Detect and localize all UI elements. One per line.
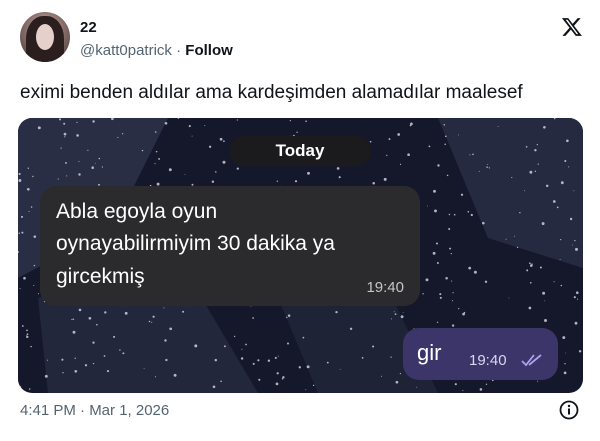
avatar[interactable] xyxy=(20,12,70,62)
message-line: gircekmiş xyxy=(56,265,145,288)
author-handle[interactable]: @katt0patrick xyxy=(80,42,172,59)
message-time: 19:40 xyxy=(366,279,404,296)
message-line: oynayabilirmiyim 30 dakika ya xyxy=(56,232,335,255)
chat-screenshot-image[interactable]: Today Abla egoyla oyun oynayabilirmiyim … xyxy=(18,118,583,393)
info-icon[interactable] xyxy=(559,400,579,420)
follow-button[interactable]: Follow xyxy=(185,42,233,59)
double-check-icon xyxy=(521,354,542,367)
author-name[interactable]: 22 xyxy=(80,19,97,36)
outgoing-message-bubble[interactable]: gir 19:40 xyxy=(403,328,558,380)
date-divider: Today xyxy=(229,136,371,166)
author-handle-line: @katt0patrick · Follow xyxy=(80,42,233,59)
handle-separator: · xyxy=(171,42,186,59)
tweet-timestamp[interactable]: 4:41 PM · Mar 1, 2026 xyxy=(20,402,169,419)
x-logo-icon[interactable] xyxy=(561,16,583,38)
message-line: Abla egoyla oyun xyxy=(56,200,218,223)
message-text: gir xyxy=(417,340,442,365)
tweet-text: eximi benden aldılar ama kardeşimden ala… xyxy=(20,82,523,103)
incoming-message-bubble[interactable]: Abla egoyla oyun oynayabilirmiyim 30 dak… xyxy=(40,186,420,306)
tweet-header: 22 @katt0patrick · Follow xyxy=(20,12,585,66)
message-time: 19:40 xyxy=(469,352,507,369)
